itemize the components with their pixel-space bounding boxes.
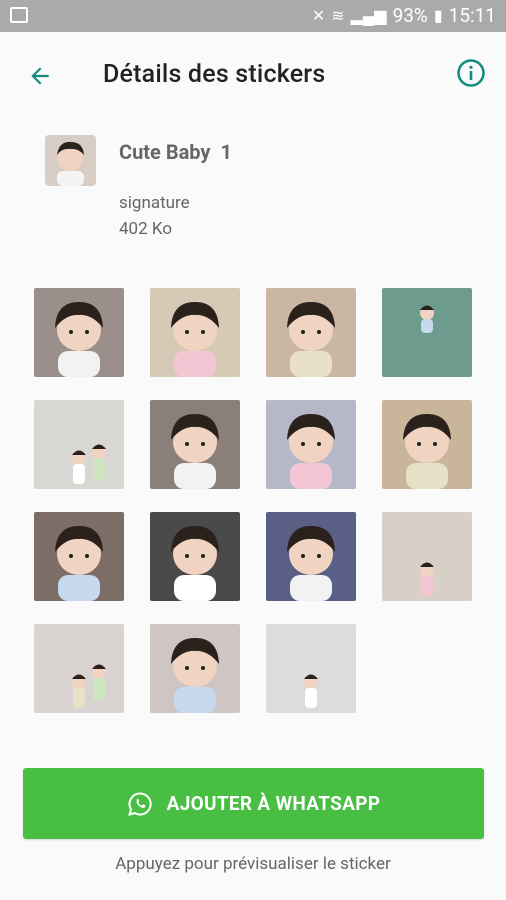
image-notification-icon <box>10 7 28 23</box>
battery-level: 93% <box>392 4 428 27</box>
wifi-icon: ≋ <box>331 6 345 25</box>
sticker-grid <box>34 288 474 713</box>
info-button[interactable] <box>454 56 488 90</box>
app-bar: Détails des stickers <box>0 32 506 118</box>
pack-name: Cute Baby 1 <box>119 140 232 164</box>
signal-icon: ▂▄▆ <box>350 6 387 25</box>
sticker-thumbnail[interactable] <box>34 400 124 489</box>
sticker-thumbnail[interactable] <box>150 288 240 377</box>
status-bar: ✕ ≋ ▂▄▆ 93% ▮ 15:11 <box>0 0 506 32</box>
info-icon <box>457 59 485 87</box>
back-arrow-icon <box>31 67 49 85</box>
pack-tray-icon <box>45 135 96 186</box>
preview-hint: Appuyez pour prévisualiser le sticker <box>115 854 391 874</box>
mute-icon: ✕ <box>311 6 326 25</box>
pack-author: signature <box>119 193 190 213</box>
page-title: Détails des stickers <box>103 60 326 89</box>
sticker-thumbnail[interactable] <box>266 624 356 713</box>
sticker-thumbnail[interactable] <box>382 400 472 489</box>
sticker-thumbnail[interactable] <box>34 288 124 377</box>
add-to-whatsapp-button[interactable]: AJOUTER À WHATSAPP <box>23 768 484 839</box>
sticker-thumbnail[interactable] <box>266 512 356 601</box>
sticker-thumbnail[interactable] <box>34 624 124 713</box>
back-button[interactable] <box>20 56 60 96</box>
pack-size: 402 Ko <box>119 219 173 239</box>
sticker-thumbnail[interactable] <box>34 512 124 601</box>
sticker-thumbnail[interactable] <box>150 512 240 601</box>
sticker-thumbnail[interactable] <box>382 288 472 377</box>
sticker-thumbnail[interactable] <box>266 288 356 377</box>
battery-icon: ▮ <box>433 6 443 25</box>
sticker-thumbnail[interactable] <box>266 400 356 489</box>
sticker-thumbnail[interactable] <box>150 400 240 489</box>
clock: 15:11 <box>448 4 496 27</box>
add-button-label: AJOUTER À WHATSAPP <box>166 792 381 815</box>
sticker-thumbnail[interactable] <box>382 512 472 601</box>
sticker-thumbnail[interactable] <box>150 624 240 713</box>
status-right: ✕ ≋ ▂▄▆ 93% ▮ 15:11 <box>312 4 496 28</box>
whatsapp-icon <box>127 791 152 816</box>
